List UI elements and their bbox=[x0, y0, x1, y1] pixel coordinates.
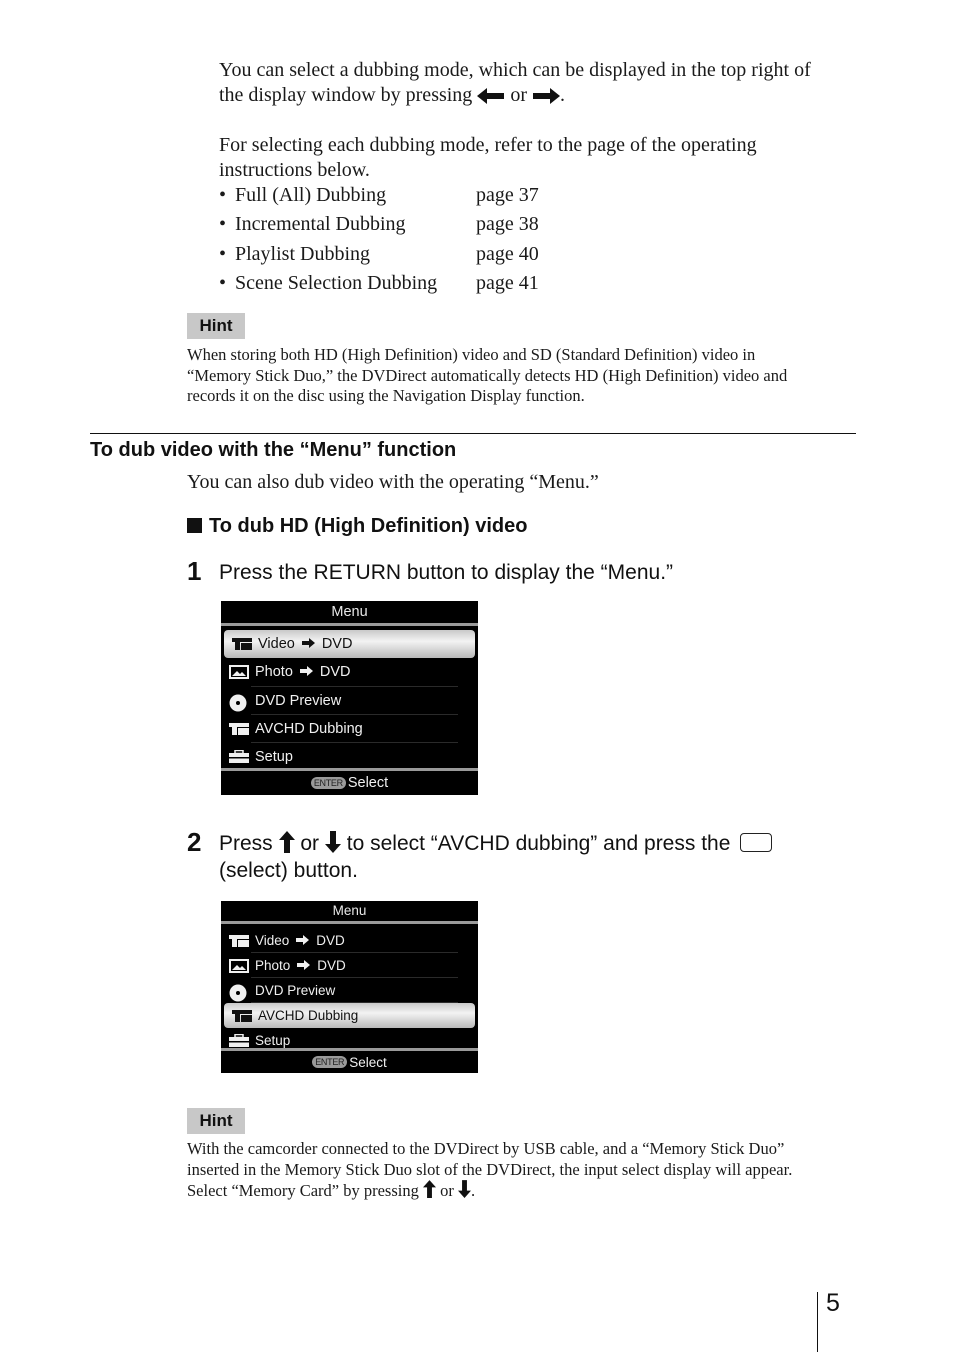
refer-line-1: For selecting each dubbing mode, refer t… bbox=[219, 134, 757, 156]
menu-item[interactable]: Photo DVD bbox=[221, 658, 478, 687]
disc-icon bbox=[229, 984, 249, 1001]
enter-key-icon: ENTER bbox=[310, 777, 346, 789]
disc-icon bbox=[229, 694, 249, 712]
page-reference: page 40 bbox=[476, 243, 539, 265]
screen-footer: ENTER Select bbox=[221, 768, 478, 795]
hint-line: When storing both HD (High Definition) v… bbox=[187, 345, 756, 364]
menu-item-target: DVD bbox=[319, 664, 351, 681]
step-number: 2 bbox=[187, 827, 202, 857]
menu-item[interactable]: DVD Preview bbox=[221, 687, 478, 715]
video-icon bbox=[229, 934, 249, 948]
video-icon bbox=[232, 1009, 252, 1023]
up-arrow-icon bbox=[422, 1180, 436, 1198]
right-arrow-icon bbox=[297, 958, 311, 973]
up-arrow-icon bbox=[278, 831, 295, 853]
hint-badge: Hint bbox=[187, 1108, 245, 1134]
menu-screen-2: Menu Video DVD Photo DVD DVD Preview AVCHD Dub… bbox=[221, 901, 478, 1073]
menu-screen-1: Menu Video DVD Photo DVD DVD Preview AVCHD Dub… bbox=[221, 601, 478, 795]
toolbox-icon bbox=[229, 1033, 249, 1048]
menu-item-label: AVCHD Dubbing bbox=[258, 1008, 359, 1023]
left-arrow-icon bbox=[477, 88, 505, 105]
menu-item[interactable]: Video DVD bbox=[221, 928, 478, 953]
menu-item-label: Video bbox=[255, 933, 290, 948]
refer-paragraph: For selecting each dubbing mode, refer t… bbox=[219, 133, 757, 183]
right-arrow-icon bbox=[532, 88, 560, 105]
menu-item-label: Setup bbox=[255, 1033, 291, 1048]
section-title: To dub video with the “Menu” function bbox=[90, 439, 457, 461]
toolbox-icon bbox=[229, 750, 249, 764]
dubbing-mode-label: Full (All) Dubbing bbox=[235, 184, 387, 206]
right-arrow-icon bbox=[299, 664, 313, 680]
hint-line: records it on the disc using the Navigat… bbox=[187, 386, 585, 405]
right-arrow-icon bbox=[301, 636, 315, 652]
menu-item-target: DVD bbox=[317, 958, 346, 973]
menu-item[interactable]: Video DVD bbox=[224, 630, 475, 659]
dubbing-mode-label: Playlist Dubbing bbox=[235, 243, 371, 265]
menu-item[interactable]: AVCHD Dubbing bbox=[224, 1003, 475, 1028]
menu-item-label: Video bbox=[258, 636, 295, 653]
hint-line: Select “Memory Card” by pressing or . bbox=[187, 1180, 476, 1200]
section-divider bbox=[90, 433, 856, 434]
dubbing-mode-label: Scene Selection Dubbing bbox=[235, 272, 438, 294]
page-number-divider bbox=[817, 1292, 818, 1352]
square-bullet-icon bbox=[187, 518, 202, 533]
screen-title: Menu bbox=[221, 601, 478, 626]
video-icon bbox=[229, 722, 249, 736]
menu-item-label: Photo bbox=[255, 958, 291, 973]
footer-label: Select bbox=[347, 775, 389, 791]
refer-line-2: instructions below. bbox=[219, 159, 370, 181]
step-text: Press the RETURN button to display the “… bbox=[219, 561, 674, 584]
menu-item[interactable]: AVCHD Dubbing bbox=[221, 715, 478, 744]
photo-icon bbox=[229, 958, 249, 973]
step-text: Press or to select “AVCHD dubbing” and p… bbox=[219, 830, 773, 857]
hint-line: “Memory Stick Duo,” the DVDirect automat… bbox=[187, 365, 788, 385]
screen-footer: ENTER Select bbox=[221, 1048, 478, 1073]
section-intro: You can also dub video with the operatin… bbox=[187, 471, 599, 493]
hint-text: When storing both HD (High Definition) v… bbox=[187, 345, 787, 407]
menu-item[interactable]: Photo DVD bbox=[221, 953, 478, 978]
menu-item-label: DVD Preview bbox=[255, 692, 342, 709]
intro-paragraph: You can select a dubbing mode, which can… bbox=[219, 58, 811, 108]
bullet: • bbox=[219, 272, 227, 294]
subsection-heading: To dub HD (High Definition) video bbox=[187, 513, 527, 539]
down-arrow-icon bbox=[324, 831, 341, 853]
hint-badge: Hint bbox=[187, 313, 245, 339]
menu-item-target: DVD bbox=[321, 636, 353, 653]
menu-item-label: Photo bbox=[255, 664, 293, 681]
menu-item-label: AVCHD Dubbing bbox=[255, 721, 363, 738]
menu-item[interactable]: DVD Preview bbox=[221, 978, 478, 1003]
screen-title: Menu bbox=[221, 901, 478, 924]
right-arrow-icon bbox=[296, 933, 310, 948]
dubbing-mode-label: Incremental Dubbing bbox=[235, 213, 406, 235]
step-number: 1 bbox=[187, 556, 202, 586]
bullet: • bbox=[219, 243, 227, 265]
hint-text: With the camcorder connected to the DVDi… bbox=[187, 1139, 792, 1202]
page-number: 5 bbox=[826, 1289, 840, 1317]
video-icon bbox=[232, 637, 252, 651]
footer-label: Select bbox=[349, 1054, 387, 1070]
page-reference: page 37 bbox=[476, 184, 539, 206]
menu-item-label: DVD Preview bbox=[255, 983, 336, 998]
intro-line-2: the display window by pressing or . bbox=[219, 84, 565, 106]
bullet: • bbox=[219, 184, 227, 206]
menu-item-label: Setup bbox=[255, 749, 293, 766]
page-reference: page 41 bbox=[476, 272, 539, 294]
page-reference: page 38 bbox=[476, 213, 539, 235]
bullet: • bbox=[219, 213, 227, 235]
hint-line: inserted in the Memory Stick Duo slot of… bbox=[187, 1159, 793, 1179]
select-button-icon bbox=[740, 833, 773, 852]
step-text-line-2: (select) button. bbox=[219, 859, 358, 882]
down-arrow-icon bbox=[457, 1180, 471, 1198]
enter-key-icon: ENTER bbox=[312, 1056, 348, 1068]
intro-line-1: You can select a dubbing mode, which can… bbox=[219, 59, 811, 81]
hint-line: With the camcorder connected to the DVDi… bbox=[187, 1139, 785, 1158]
menu-item-target: DVD bbox=[316, 933, 345, 948]
photo-icon bbox=[229, 665, 249, 680]
